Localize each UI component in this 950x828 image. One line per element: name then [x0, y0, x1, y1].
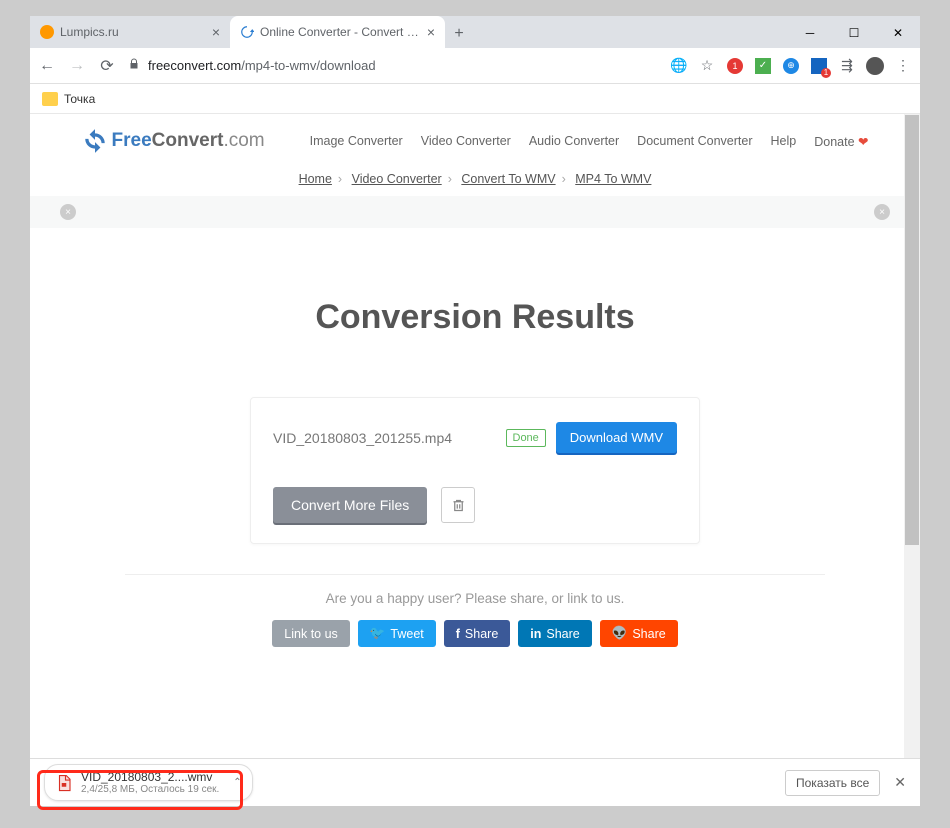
chevron-up-icon[interactable]: ⌃ — [233, 777, 241, 788]
ad-strip: × × — [30, 196, 920, 228]
browser-titlebar: Lumpics.ru × Online Converter - Convert … — [30, 16, 920, 48]
nav-video[interactable]: Video Converter — [421, 134, 511, 149]
result-box: VID_20180803_201255.mp4 Done Download WM… — [250, 397, 700, 544]
reload-button[interactable]: ⟳ — [98, 56, 116, 76]
link-to-us-button[interactable]: Link to us — [272, 620, 350, 647]
url-path: /mp4-to-wmv/download — [241, 58, 375, 73]
nav-donate[interactable]: Donate ❤ — [814, 134, 868, 149]
crumb-video[interactable]: Video Converter — [352, 172, 442, 186]
download-status: 2,4/25,8 МБ, Осталось 19 сек. — [81, 784, 219, 795]
forward-button[interactable]: → — [68, 57, 86, 75]
breadcrumb: Home› Video Converter› Convert To WMV› M… — [30, 164, 920, 196]
twitter-icon: 🐦 — [370, 626, 386, 641]
close-icon[interactable]: × — [874, 204, 890, 220]
address-bar: ← → ⟳ freeconvert.com/mp4-to-wmv/downloa… — [30, 48, 920, 84]
tab-favicon — [40, 25, 54, 39]
page-title: Conversion Results — [30, 298, 920, 337]
close-icon[interactable]: × — [427, 24, 435, 40]
trash-button[interactable] — [441, 487, 475, 523]
linkedin-icon: in — [530, 627, 541, 641]
nav-image[interactable]: Image Converter — [310, 134, 403, 149]
tweet-button[interactable]: 🐦Tweet — [358, 620, 436, 647]
close-icon[interactable]: × — [212, 24, 220, 40]
avatar[interactable] — [866, 57, 884, 75]
nav-document[interactable]: Document Converter — [637, 134, 752, 149]
file-name: VID_20180803_201255.mp4 — [273, 430, 496, 446]
tab-title: Lumpics.ru — [60, 25, 206, 39]
folder-icon — [42, 92, 58, 106]
bookmarks-bar: Точка — [30, 84, 920, 114]
page-viewport: FreeConvert.com Image Converter Video Co… — [30, 114, 920, 806]
extension-icon[interactable]: ⊕ — [782, 57, 800, 75]
nav-audio[interactable]: Audio Converter — [529, 134, 619, 149]
file-icon — [55, 773, 73, 793]
minimize-button[interactable]: ─ — [788, 18, 832, 48]
crumb-mp4wmv[interactable]: MP4 To WMV — [575, 172, 651, 186]
crumb-cwmv[interactable]: Convert To WMV — [461, 172, 555, 186]
url-input[interactable]: freeconvert.com/mp4-to-wmv/download — [128, 57, 658, 74]
maximize-button[interactable]: ☐ — [832, 18, 876, 48]
facebook-icon: f — [456, 627, 460, 641]
tab-freeconvert[interactable]: Online Converter - Convert Imag × — [230, 16, 445, 48]
download-button[interactable]: Download WMV — [556, 422, 677, 453]
extension-icon[interactable]: 1 — [810, 57, 828, 75]
menu-icon[interactable]: ⋮ — [894, 57, 912, 75]
extension-icon[interactable]: 1 — [726, 57, 744, 75]
reddit-share-button[interactable]: 👽Share — [600, 620, 678, 647]
scrollbar[interactable] — [904, 114, 920, 806]
convert-more-button[interactable]: Convert More Files — [273, 487, 427, 523]
extension-icon[interactable]: ✓ — [754, 57, 772, 75]
tab-lumpics[interactable]: Lumpics.ru × — [30, 16, 230, 48]
tab-favicon — [240, 25, 254, 39]
close-icon[interactable]: ✕ — [894, 774, 906, 791]
bookmark-item[interactable]: Точка — [64, 92, 95, 106]
download-bar: VID_20180803_2....wmv 2,4/25,8 МБ, Остал… — [30, 758, 920, 806]
download-item[interactable]: VID_20180803_2....wmv 2,4/25,8 МБ, Остал… — [44, 764, 253, 801]
extension-icon[interactable]: ⇶ — [838, 57, 856, 75]
share-prompt: Are you a happy user? Please share, or l… — [30, 591, 920, 606]
show-all-button[interactable]: Показать все — [785, 770, 880, 796]
fb-share-button[interactable]: fShare — [444, 620, 511, 647]
new-tab-button[interactable]: + — [445, 20, 473, 48]
crumb-home[interactable]: Home — [299, 172, 332, 186]
trash-icon — [451, 497, 466, 514]
lock-icon — [128, 57, 140, 74]
download-filename: VID_20180803_2....wmv — [81, 770, 219, 784]
star-icon[interactable]: ☆ — [698, 57, 716, 75]
tab-title: Online Converter - Convert Imag — [260, 25, 421, 39]
heart-icon: ❤ — [858, 135, 868, 149]
url-host: freeconvert.com — [148, 58, 241, 73]
site-logo[interactable]: FreeConvert.com — [82, 128, 265, 154]
nav-help[interactable]: Help — [771, 134, 797, 149]
close-icon[interactable]: × — [60, 204, 76, 220]
back-button[interactable]: ← — [38, 57, 56, 75]
reddit-icon: 👽 — [612, 626, 628, 641]
linkedin-share-button[interactable]: inShare — [518, 620, 591, 647]
close-button[interactable]: ✕ — [876, 18, 920, 48]
status-badge: Done — [506, 429, 546, 447]
translate-icon[interactable]: 🌐 — [670, 57, 688, 75]
